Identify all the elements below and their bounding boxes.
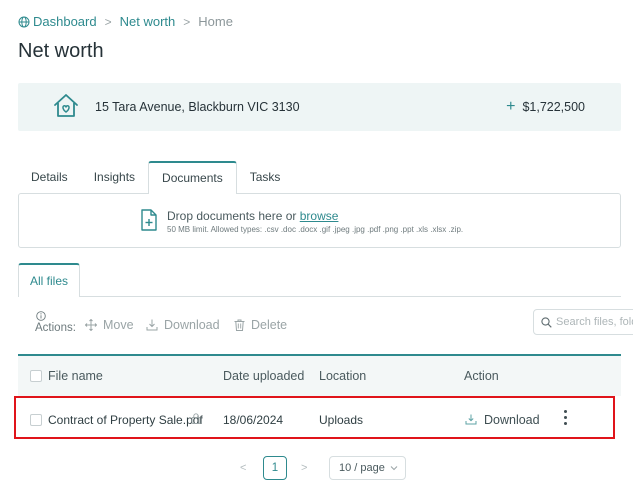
tab-all-files[interactable]: All files [18, 263, 80, 297]
download-icon [146, 319, 164, 331]
info-icon [36, 311, 76, 321]
move-button[interactable]: Move [85, 318, 134, 332]
search-placeholder: Search files, fold [556, 316, 633, 328]
dropzone-instruction: Drop documents here or [167, 209, 300, 223]
page-size-select[interactable]: 10 / page [329, 456, 406, 480]
breadcrumb: Dashboard > Net worth > Home [18, 14, 233, 29]
trash-icon [234, 319, 251, 331]
delete-button[interactable]: Delete [234, 318, 287, 332]
select-all-checkbox[interactable] [30, 370, 42, 382]
property-address: 15 Tara Avenue, Blackburn VIC 3130 [95, 100, 300, 114]
move-icon [85, 319, 103, 331]
home-heart-icon [52, 93, 80, 119]
dropzone-text: Drop documents here or browse [167, 209, 338, 223]
breadcrumb-net-worth[interactable]: Net worth [120, 14, 176, 29]
tab-tasks[interactable]: Tasks [237, 161, 294, 194]
delete-label: Delete [251, 318, 288, 332]
search-icon [541, 316, 556, 328]
plus-icon: + [506, 98, 516, 115]
property-value: $1,722,500 [522, 100, 585, 114]
page-size-value: 10 / page [339, 462, 385, 474]
property-banner[interactable]: 15 Tara Avenue, Blackburn VIC 3130 + $1,… [18, 83, 621, 131]
row-highlight-outline [14, 396, 615, 439]
column-file-name[interactable]: File name [48, 369, 103, 383]
pagination-page-1[interactable]: 1 [263, 456, 287, 480]
document-dropzone[interactable]: Drop documents here or browse 50 MB limi… [18, 193, 621, 248]
download-button[interactable]: Download [146, 318, 220, 332]
tab-documents[interactable]: Documents [148, 161, 237, 194]
table-header: File name Date uploaded Location Action [18, 356, 621, 396]
dropzone-limits: 50 MB limit. Allowed types: .csv .doc .d… [167, 225, 464, 234]
pagination-prev-button[interactable]: < [240, 462, 246, 474]
download-label: Download [164, 318, 220, 332]
divider [18, 296, 621, 297]
tab-bar: Details Insights Documents Tasks [18, 161, 293, 194]
property-value-wrap: + $1,722,500 [506, 98, 585, 115]
search-input[interactable]: Search files, fold [533, 309, 633, 335]
column-date-uploaded[interactable]: Date uploaded [223, 369, 304, 383]
column-action: Action [464, 369, 499, 383]
actions-label: Actions: [35, 322, 76, 334]
file-add-icon [140, 209, 158, 231]
globe-icon [18, 16, 30, 28]
breadcrumb-separator: > [183, 14, 191, 29]
move-label: Move [103, 318, 134, 332]
breadcrumb-dashboard[interactable]: Dashboard [33, 14, 97, 29]
breadcrumb-separator: > [104, 14, 112, 29]
tab-details[interactable]: Details [18, 161, 81, 194]
page-title: Net worth [18, 40, 104, 62]
tab-insights[interactable]: Insights [81, 161, 148, 194]
breadcrumb-home: Home [198, 14, 233, 29]
pagination-next-button[interactable]: > [301, 462, 307, 474]
chevron-down-icon [390, 465, 398, 471]
actions-label-wrap: Actions: [35, 311, 76, 335]
browse-link[interactable]: browse [300, 209, 339, 223]
column-location[interactable]: Location [319, 369, 366, 383]
